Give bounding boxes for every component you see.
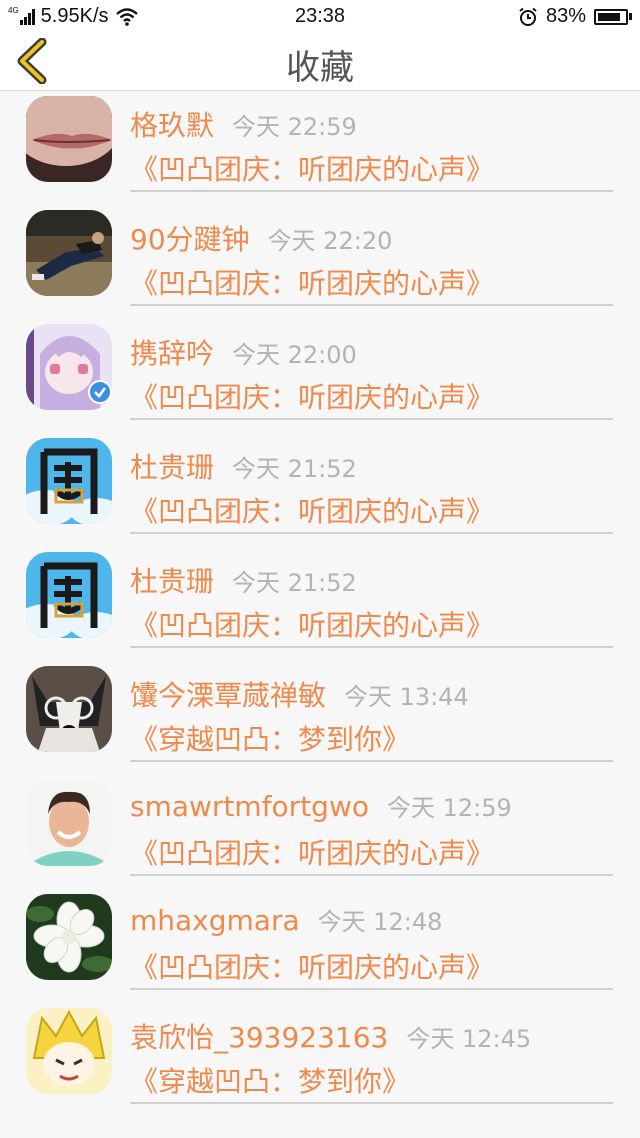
divider	[130, 190, 613, 192]
divider	[130, 874, 613, 876]
username[interactable]: 携辞吟	[130, 337, 214, 370]
item-header: 格玖默 今天 22:59	[130, 104, 357, 144]
timestamp: 今天 13:44	[344, 683, 469, 711]
post-title-link[interactable]: 《穿越凹凸：梦到你》	[130, 1060, 410, 1100]
page-title: 收藏	[286, 48, 354, 88]
username[interactable]: smawrtmfortgwo	[130, 790, 369, 823]
list-item[interactable]: 格玖默 今天 22:59 《凹凸团庆：听团庆的心声》	[0, 90, 640, 204]
username[interactable]: 格玖默	[130, 109, 214, 142]
avatar[interactable]	[26, 894, 112, 980]
header-bar: 收藏	[0, 32, 640, 91]
alarm-icon	[519, 7, 537, 26]
battery-tip	[629, 13, 632, 20]
username[interactable]: 杜贵珊	[130, 451, 214, 484]
item-header: mhaxgmara 今天 12:48	[130, 902, 442, 937]
timestamp: 今天 12:45	[406, 1025, 532, 1053]
item-header: 馕今溧覃蒇禅敏 今天 13:44	[130, 674, 469, 714]
username[interactable]: mhaxgmara	[130, 904, 300, 937]
post-title-link[interactable]: 《穿越凹凸：梦到你》	[130, 718, 410, 758]
item-header: 杜贵珊 今天 21:52	[130, 446, 357, 486]
timestamp: 今天 12:48	[317, 908, 443, 936]
post-title-link[interactable]: 《凹凸团庆：听团庆的心声》	[130, 604, 494, 644]
divider	[130, 988, 613, 990]
avatar[interactable]	[26, 438, 112, 524]
timestamp: 今天 21:52	[232, 455, 357, 483]
list-item[interactable]: 杜贵珊 今天 21:52 《凹凸团庆：听团庆的心声》	[0, 432, 640, 546]
item-header: smawrtmfortgwo 今天 12:59	[130, 788, 512, 823]
post-title-link[interactable]: 《凹凸团庆：听团庆的心声》	[130, 946, 494, 986]
avatar[interactable]	[26, 780, 112, 866]
avatar[interactable]	[26, 552, 112, 638]
timestamp: 今天 22:00	[232, 341, 357, 369]
divider	[130, 760, 613, 762]
post-title-link[interactable]: 《凹凸团庆：听团庆的心声》	[130, 832, 494, 872]
username[interactable]: 90分踺钟	[130, 223, 250, 256]
list-item[interactable]: 90分踺钟 今天 22:20 《凹凸团庆：听团庆的心声》	[0, 204, 640, 318]
divider	[130, 304, 613, 306]
timestamp: 今天 22:59	[232, 113, 357, 141]
avatar[interactable]	[26, 1008, 112, 1094]
verified-badge-icon	[88, 380, 112, 404]
username[interactable]: 杜贵珊	[130, 565, 214, 598]
post-title-link[interactable]: 《凹凸团庆：听团庆的心声》	[130, 490, 494, 530]
divider	[130, 1102, 613, 1104]
battery-icon	[594, 8, 628, 25]
item-header: 杜贵珊 今天 21:52	[130, 560, 357, 600]
list-item[interactable]: 携辞吟 今天 22:00 《凹凸团庆：听团庆的心声》	[0, 318, 640, 432]
username[interactable]: 袁欣怡_393923163	[130, 1021, 388, 1054]
divider	[130, 418, 613, 420]
status-right: 83%	[518, 5, 632, 28]
list-item[interactable]: 杜贵珊 今天 21:52 《凹凸团庆：听团庆的心声》	[0, 546, 640, 660]
list-item[interactable]: 馕今溧覃蒇禅敏 今天 13:44 《穿越凹凸：梦到你》	[0, 660, 640, 774]
username[interactable]: 馕今溧覃蒇禅敏	[130, 679, 326, 712]
post-title-link[interactable]: 《凹凸团庆：听团庆的心声》	[130, 148, 494, 188]
avatar[interactable]	[26, 666, 112, 752]
item-header: 携辞吟 今天 22:00	[130, 332, 357, 372]
timestamp: 今天 22:20	[267, 227, 393, 255]
battery-percent: 83%	[545, 5, 586, 27]
post-title-link[interactable]: 《凹凸团庆：听团庆的心声》	[130, 262, 494, 302]
favorites-list: 格玖默 今天 22:59 《凹凸团庆：听团庆的心声》 90分踺钟 今天 22:20 《凹…	[0, 90, 640, 1116]
avatar[interactable]	[26, 210, 112, 296]
list-item[interactable]: mhaxgmara 今天 12:48 《凹凸团庆：听团庆的心声》	[0, 888, 640, 1002]
status-bar: 4G 5.95K/s 23:38 83%	[0, 0, 640, 32]
item-header: 90分踺钟 今天 22:20	[130, 218, 392, 258]
timestamp: 今天 12:59	[386, 794, 512, 822]
post-title-link[interactable]: 《凹凸团庆：听团庆的心声》	[130, 376, 494, 416]
item-header: 袁欣怡_393923163 今天 12:45	[130, 1016, 531, 1056]
list-item[interactable]: 袁欣怡_393923163 今天 12:45 《穿越凹凸：梦到你》	[0, 1002, 640, 1116]
divider	[130, 532, 613, 534]
avatar[interactable]	[26, 96, 112, 182]
divider	[130, 646, 613, 648]
list-item[interactable]: smawrtmfortgwo 今天 12:59 《凹凸团庆：听团庆的心声》	[0, 774, 640, 888]
timestamp: 今天 21:52	[232, 569, 357, 597]
